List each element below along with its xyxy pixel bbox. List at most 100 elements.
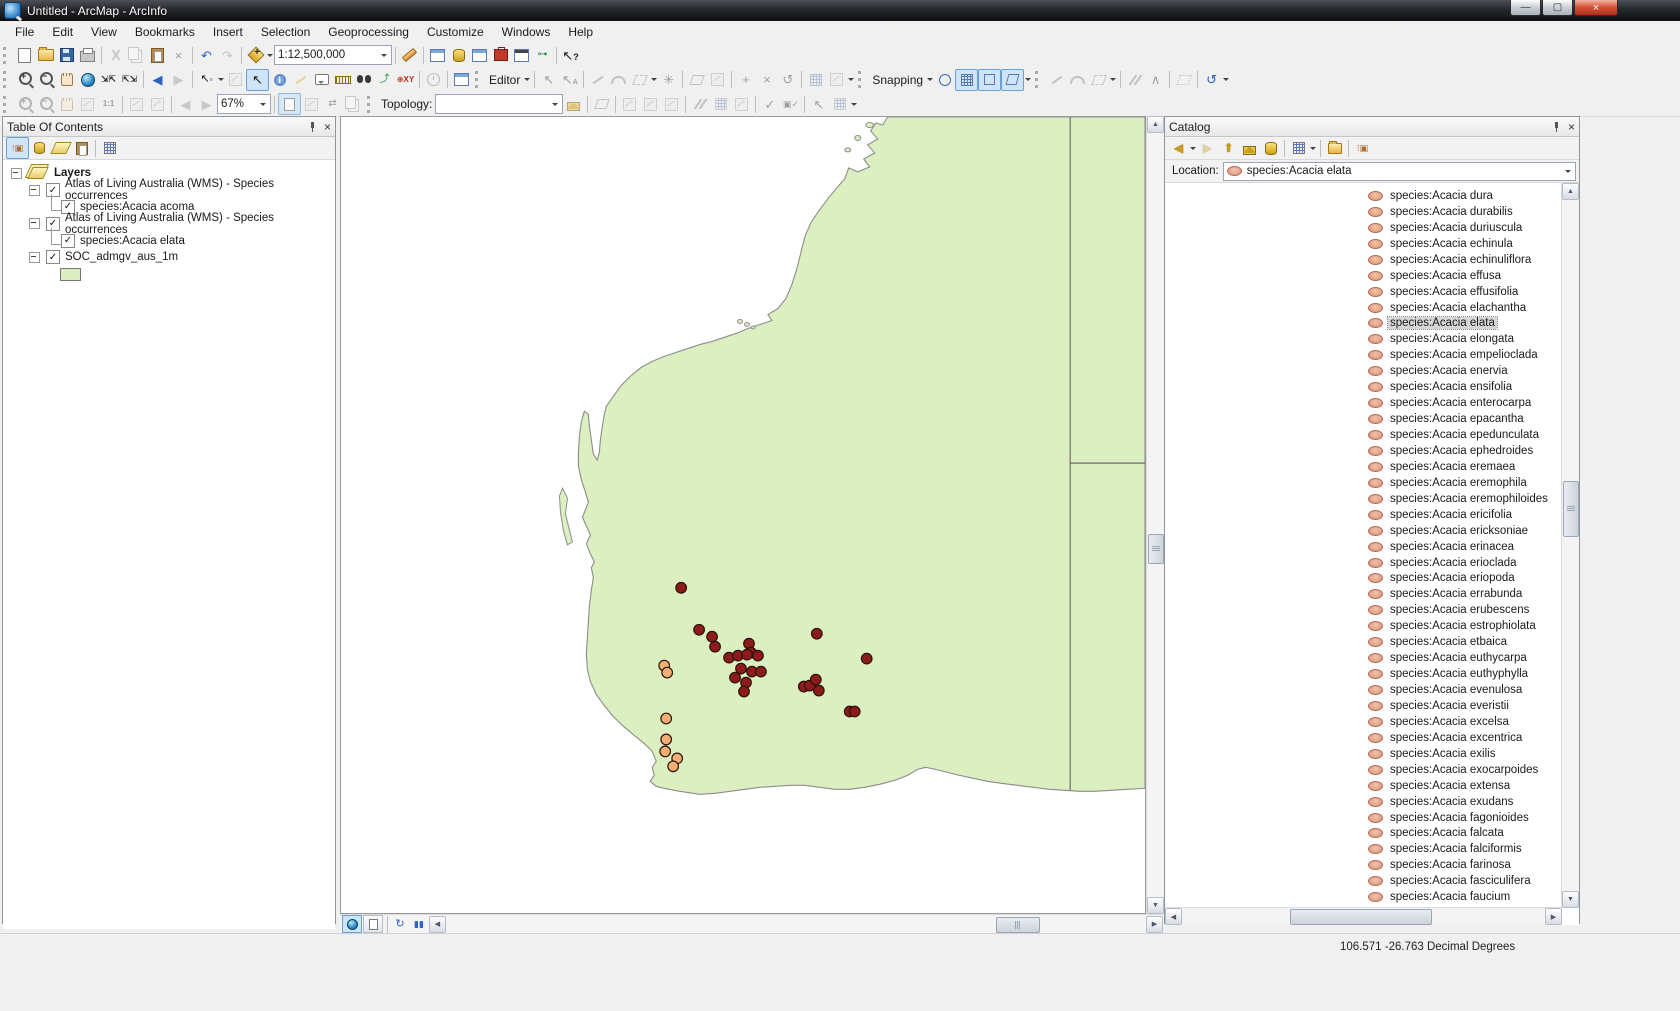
- location-combo[interactable]: species:Acacia elata: [1223, 162, 1576, 181]
- endpoint-arc-icon[interactable]: [608, 70, 629, 90]
- catalog-tree-item[interactable]: species:Acacia eremophila: [1165, 475, 1579, 491]
- maximize-button[interactable]: ▢: [1542, 0, 1573, 16]
- scroll-thumb[interactable]: [1563, 481, 1579, 537]
- catalog-tree-item[interactable]: species:Acacia eriopoda: [1165, 571, 1579, 587]
- map-topology-icon[interactable]: [563, 94, 584, 114]
- close-icon[interactable]: ×: [324, 121, 331, 133]
- snapping-menu[interactable]: Snapping: [872, 73, 923, 87]
- map-canvas[interactable]: [341, 117, 1145, 913]
- catalog-tree-item[interactable]: species:Acacia ephedroides: [1165, 443, 1579, 459]
- topology-edit-tool-icon[interactable]: [591, 94, 612, 114]
- save-icon[interactable]: [56, 45, 77, 65]
- planarize-lines-icon[interactable]: [689, 94, 710, 114]
- scroll-right-icon[interactable]: ▶: [1545, 908, 1562, 925]
- collapse-icon[interactable]: [29, 252, 40, 263]
- scroll-down-icon[interactable]: ▼: [1562, 891, 1579, 908]
- catalog-tree-item[interactable]: species:Acacia fagonioides: [1165, 810, 1579, 826]
- select-elements-icon[interactable]: ↖: [246, 69, 269, 91]
- explode-multipart-icon[interactable]: [661, 94, 682, 114]
- toolbar-grip[interactable]: [475, 71, 483, 88]
- toolbar-grip[interactable]: [858, 71, 866, 88]
- menu-selection[interactable]: Selection: [252, 21, 319, 43]
- toc-sublayer-label[interactable]: species:Acacia elata: [80, 235, 185, 247]
- map-view[interactable]: [340, 116, 1146, 914]
- layout-pan-icon[interactable]: [56, 94, 77, 114]
- layer-symbol-swatch[interactable]: [60, 268, 81, 281]
- scroll-thumb[interactable]: [1290, 909, 1432, 925]
- toc-layer-row[interactable]: ✓ SOC_admgv_aus_1m: [3, 249, 335, 266]
- trace-tool-icon[interactable]: ↺: [777, 70, 798, 90]
- catalog-back-dropdown[interactable]: [1190, 147, 1196, 153]
- toolbar-grip[interactable]: [3, 96, 11, 113]
- split-tool-icon[interactable]: [707, 70, 728, 90]
- catalog-tree-item[interactable]: species:Acacia exudans: [1165, 794, 1579, 810]
- list-by-visibility-icon[interactable]: [50, 138, 71, 158]
- align-edge-icon[interactable]: [710, 94, 731, 114]
- focus-data-frame-icon[interactable]: [301, 94, 322, 114]
- toggle-draft-mode-icon[interactable]: [278, 93, 301, 115]
- catalog-tree-item[interactable]: species:Acacia farinosa: [1165, 857, 1579, 873]
- change-layout-icon[interactable]: ⇄: [322, 94, 343, 114]
- end-snapping-icon[interactable]: [955, 69, 978, 91]
- catalog-tree-item[interactable]: species:Acacia faucium: [1165, 889, 1579, 905]
- list-by-source-icon[interactable]: [29, 138, 50, 158]
- cut-polygons-icon[interactable]: ×: [756, 70, 777, 90]
- map-vertical-scrollbar[interactable]: ▲ ▼: [1146, 116, 1164, 914]
- catalog-tree-item[interactable]: species:Acacia everistii: [1165, 698, 1579, 714]
- catalog-view-dropdown[interactable]: [1310, 147, 1316, 153]
- paste-icon[interactable]: [147, 45, 168, 65]
- menu-edit[interactable]: Edit: [43, 21, 82, 43]
- scroll-thumb[interactable]: [1148, 534, 1164, 564]
- home-folder-icon[interactable]: [1239, 138, 1260, 158]
- scroll-thumb[interactable]: [996, 917, 1040, 933]
- menu-file[interactable]: File: [6, 21, 43, 43]
- clear-selection-icon[interactable]: [225, 70, 246, 90]
- point-tool-icon[interactable]: ✳: [658, 70, 679, 90]
- shape-tool-dropdown[interactable]: [1110, 78, 1116, 84]
- menu-windows[interactable]: Windows: [493, 21, 560, 43]
- layout-zoom-combo[interactable]: 67%: [217, 94, 271, 114]
- catalog-tree-item[interactable]: species:Acacia echinula: [1165, 236, 1579, 252]
- menu-geoprocessing[interactable]: Geoprocessing: [319, 21, 418, 43]
- split-polygons-icon[interactable]: [731, 94, 752, 114]
- catalog-tree-item[interactable]: species:Acacia erubescens: [1165, 602, 1579, 618]
- default-geodatabase-icon[interactable]: [1260, 138, 1281, 158]
- toc-sublayer-row[interactable]: ✓ species:Acacia elata: [3, 232, 335, 249]
- layout-zoom-whole-page-icon[interactable]: [77, 94, 98, 114]
- find-route-icon[interactable]: ⤴: [374, 70, 395, 90]
- catalog-tree-item[interactable]: species:Acacia eremaea: [1165, 459, 1579, 475]
- go-to-xy-icon[interactable]: ⊕XY: [395, 70, 416, 90]
- editor-toolbar-icon[interactable]: [399, 45, 420, 65]
- layout-zoom-100-icon[interactable]: 1:1: [98, 94, 119, 114]
- toolbar-grip[interactable]: [367, 96, 375, 113]
- list-by-drawing-order-icon[interactable]: ⁝▣: [6, 137, 29, 159]
- close-icon[interactable]: ×: [1568, 121, 1575, 133]
- layer-checkbox[interactable]: ✓: [46, 250, 60, 264]
- layout-go-back-icon[interactable]: ◀: [175, 94, 196, 114]
- copy-parallel-icon[interactable]: [1124, 70, 1145, 90]
- catalog-horizontal-scrollbar[interactable]: ◀ ▶: [1165, 907, 1562, 925]
- catalog-tree-item[interactable]: species:Acacia eremophiloides: [1165, 491, 1579, 507]
- reshape-feature-icon[interactable]: [686, 70, 707, 90]
- snapping-menu-dropdown[interactable]: [927, 78, 933, 84]
- toolbar-grip[interactable]: [1035, 71, 1043, 88]
- search-window-icon[interactable]: [469, 45, 490, 65]
- full-extent-icon[interactable]: [77, 70, 98, 90]
- layout-zoom-out-icon[interactable]: −: [35, 94, 56, 114]
- editor-menu[interactable]: Editor: [489, 73, 520, 87]
- catalog-tree-item[interactable]: species:Acacia elongata: [1165, 331, 1579, 347]
- scroll-right-icon[interactable]: ▶: [1146, 916, 1163, 933]
- data-driven-pages-icon[interactable]: [343, 94, 364, 114]
- scroll-up-icon[interactable]: ▲: [1562, 183, 1579, 200]
- edit-annotation-tool-icon[interactable]: ↖A: [559, 70, 580, 90]
- error-inspector-icon[interactable]: [829, 94, 850, 114]
- vertex-snapping-icon[interactable]: [978, 69, 1001, 91]
- scroll-left-icon[interactable]: ◀: [429, 916, 446, 933]
- arc-tool-icon[interactable]: [1067, 70, 1088, 90]
- construction-tool-dropdown[interactable]: [651, 78, 657, 84]
- catalog-tree-item[interactable]: species:Acacia exocarpoides: [1165, 762, 1579, 778]
- catalog-back-icon[interactable]: ◀: [1168, 138, 1189, 158]
- layout-view-button[interactable]: [363, 915, 383, 933]
- find-icon[interactable]: [353, 70, 374, 90]
- construction-tool-icon[interactable]: [629, 70, 650, 90]
